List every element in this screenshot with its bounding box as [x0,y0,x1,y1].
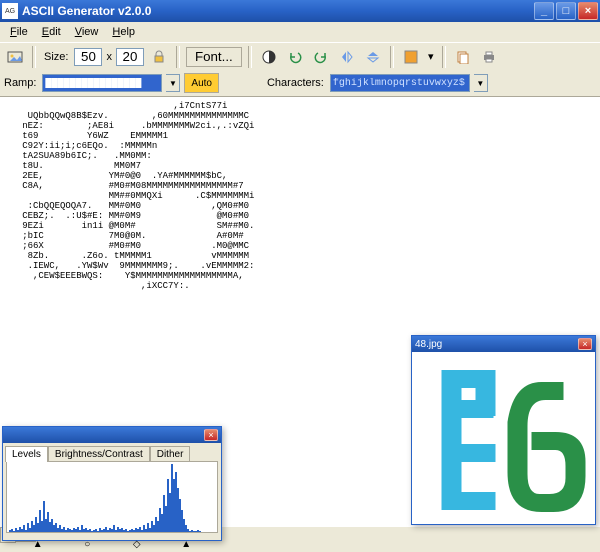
characters-label: Characters: [267,77,324,89]
white-point-marker[interactable]: ▲ [179,538,193,550]
preview-titlebar[interactable]: 48.jpg × [412,336,595,352]
height-input[interactable] [116,48,144,66]
histogram-bar [199,531,201,532]
close-button[interactable]: × [578,2,598,20]
flip-h-button[interactable] [336,46,358,68]
ramp-input[interactable] [42,74,162,92]
separator [176,46,180,68]
auto-button[interactable]: Auto [184,73,219,93]
characters-dropdown[interactable]: ▼ [474,74,488,92]
rotate-cw-button[interactable] [310,46,332,68]
font-button[interactable]: Font... [186,47,242,67]
menu-help[interactable]: Help [106,24,141,40]
preview-logo-icon [412,352,595,524]
app-icon: AG [2,3,18,19]
copy-icon [456,50,470,64]
printer-icon [482,50,496,64]
menu-edit[interactable]: Edit [36,24,67,40]
menu-file[interactable]: File [4,24,34,40]
preview-title: 48.jpg [415,339,578,350]
tab-brightness-contrast[interactable]: Brightness/Contrast [48,446,150,462]
separator [442,46,446,68]
characters-input[interactable] [330,74,470,92]
image-icon [7,49,23,65]
ascii-output[interactable]: ,i7CntS77i UQbbQQwQ8B$Ezv. ,60MMMMMMMMMM… [0,97,600,295]
levels-close-button[interactable]: × [204,429,218,441]
tab-dither[interactable]: Dither [150,446,191,462]
preview-image [412,352,595,524]
minimize-button[interactable]: _ [534,2,554,20]
separator [248,46,252,68]
rotate-cw-icon [314,50,328,64]
histogram[interactable] [6,461,218,533]
window-title: ASCII Generator v2.0.0 [22,4,534,18]
size-label: Size: [44,51,68,63]
black-point-marker[interactable]: ▲ [31,538,45,550]
separator [390,46,394,68]
preview-close-button[interactable]: × [578,338,592,350]
flip-v-button[interactable] [362,46,384,68]
levels-tabs: Levels Brightness/Contrast Dither [3,443,221,461]
color-square-icon [404,50,418,64]
width-input[interactable] [74,48,102,66]
rotate-ccw-button[interactable] [284,46,306,68]
toolbar-ramp: Ramp: ▼ Auto Characters: ▼ [0,70,600,96]
lock-aspect-button[interactable] [148,46,170,68]
size-x: x [106,51,112,63]
preview-panel[interactable]: 48.jpg × [411,335,596,525]
dropdown-arrow[interactable]: ▾ [426,46,436,68]
color-mode-button[interactable] [400,46,422,68]
flip-v-icon [366,50,380,64]
rotate-ccw-icon [288,50,302,64]
invert-button[interactable] [258,46,280,68]
titlebar: AG ASCII Generator v2.0.0 _ □ × [0,0,600,22]
levels-panel[interactable]: × Levels Brightness/Contrast Dither ▲ ○ … [2,426,222,541]
window-buttons: _ □ × [534,2,598,20]
contrast-icon [262,50,276,64]
ramp-label: Ramp: [4,77,36,89]
histogram-markers: ▲ ○ ◇ ▲ [3,536,221,552]
lock-icon [152,50,166,64]
copy-button[interactable] [452,46,474,68]
maximize-button[interactable]: □ [556,2,576,20]
levels-titlebar[interactable]: × [3,427,221,443]
toolbar-main: Size: x Font... ▾ [0,42,600,70]
print-button[interactable] [478,46,500,68]
flip-h-icon [340,50,354,64]
tab-levels[interactable]: Levels [5,446,48,462]
mid-point-marker[interactable]: ○ [80,538,94,550]
menu-view[interactable]: View [69,24,105,40]
ramp-dropdown[interactable]: ▼ [166,74,180,92]
open-image-button[interactable] [4,46,26,68]
separator [32,46,36,68]
menubar: File Edit View Help [0,22,600,42]
gray-point-marker[interactable]: ◇ [130,538,144,550]
